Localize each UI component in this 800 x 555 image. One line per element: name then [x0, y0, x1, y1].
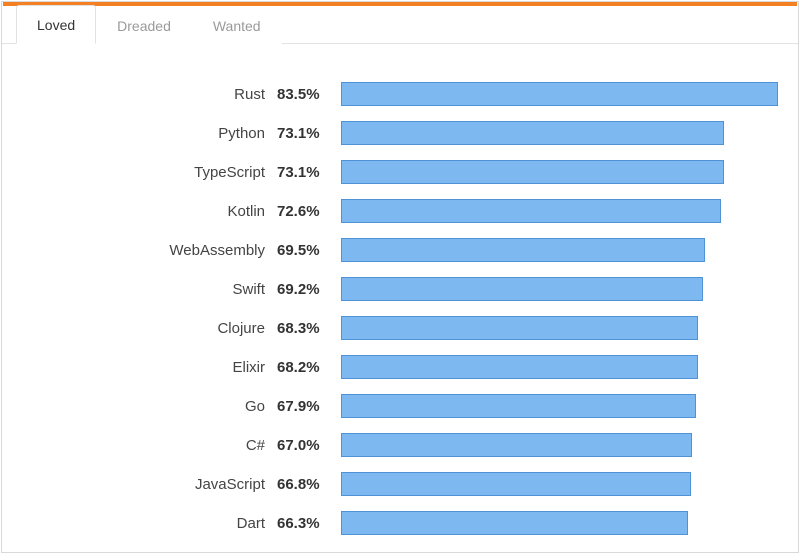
chart-row: C# 67.0%: [2, 427, 778, 463]
chart-panel: Loved Dreaded Wanted Rust 83.5% Python 7…: [1, 1, 799, 553]
chart-bar: [341, 277, 703, 301]
chart-row-value: 69.5%: [277, 242, 341, 259]
chart-row: WebAssembly 69.5%: [2, 232, 778, 268]
chart-row: Python 73.1%: [2, 115, 778, 151]
chart-bar-container: [341, 277, 778, 301]
chart-row-label: Elixir: [2, 359, 277, 376]
chart-row-label: JavaScript: [2, 476, 277, 493]
chart-row-label: Go: [2, 398, 277, 415]
chart-row-label: Clojure: [2, 320, 277, 337]
chart-row-label: C#: [2, 437, 277, 454]
chart-row-label: Kotlin: [2, 203, 277, 220]
chart-bar: [341, 316, 698, 340]
chart-row-value: 66.8%: [277, 476, 341, 493]
chart-bar: [341, 394, 696, 418]
tabs: Loved Dreaded Wanted: [2, 2, 798, 44]
chart-row-value: 83.5%: [277, 86, 341, 103]
chart-row-label: Rust: [2, 86, 277, 103]
chart-row-value: 68.2%: [277, 359, 341, 376]
chart-bar-container: [341, 238, 778, 262]
chart-row: Clojure 68.3%: [2, 310, 778, 346]
chart-row: JavaScript 66.8%: [2, 466, 778, 502]
chart-row-value: 72.6%: [277, 203, 341, 220]
chart-row: TypeScript 73.1%: [2, 154, 778, 190]
chart-row-label: WebAssembly: [2, 242, 277, 259]
chart-row-value: 66.3%: [277, 515, 341, 532]
chart-row: Dart 66.3%: [2, 505, 778, 541]
chart-row-value: 67.0%: [277, 437, 341, 454]
chart-row-value: 73.1%: [277, 125, 341, 142]
chart-bar-container: [341, 355, 778, 379]
chart-bar: [341, 511, 688, 535]
chart-row-label: Python: [2, 125, 277, 142]
chart-bar: [341, 199, 721, 223]
chart: Rust 83.5% Python 73.1% TypeScript 73.1%…: [2, 44, 798, 553]
chart-bar: [341, 355, 698, 379]
tab-loved[interactable]: Loved: [16, 5, 96, 44]
chart-row-value: 68.3%: [277, 320, 341, 337]
chart-row: Swift 69.2%: [2, 271, 778, 307]
tab-dreaded[interactable]: Dreaded: [96, 6, 192, 44]
chart-row-label: Swift: [2, 281, 277, 298]
chart-bar: [341, 433, 692, 457]
chart-row-label: TypeScript: [2, 164, 277, 181]
chart-row: Rust 83.5%: [2, 76, 778, 112]
chart-bar-container: [341, 394, 778, 418]
chart-bar-container: [341, 82, 778, 106]
chart-row-label: Dart: [2, 515, 277, 532]
chart-row: Elixir 68.2%: [2, 349, 778, 385]
chart-bar-container: [341, 472, 778, 496]
tab-wanted[interactable]: Wanted: [192, 6, 282, 44]
chart-row: Kotlin 72.6%: [2, 193, 778, 229]
chart-bar: [341, 238, 705, 262]
chart-row-value: 69.2%: [277, 281, 341, 298]
chart-bar-container: [341, 316, 778, 340]
chart-bar-container: [341, 160, 778, 184]
chart-bar: [341, 472, 691, 496]
chart-row-value: 67.9%: [277, 398, 341, 415]
chart-bar: [341, 82, 778, 106]
chart-bar-container: [341, 199, 778, 223]
chart-row-value: 73.1%: [277, 164, 341, 181]
chart-bar-container: [341, 511, 778, 535]
chart-bar-container: [341, 121, 778, 145]
chart-row: Go 67.9%: [2, 388, 778, 424]
chart-bar: [341, 160, 724, 184]
chart-bar: [341, 121, 724, 145]
chart-bar-container: [341, 433, 778, 457]
